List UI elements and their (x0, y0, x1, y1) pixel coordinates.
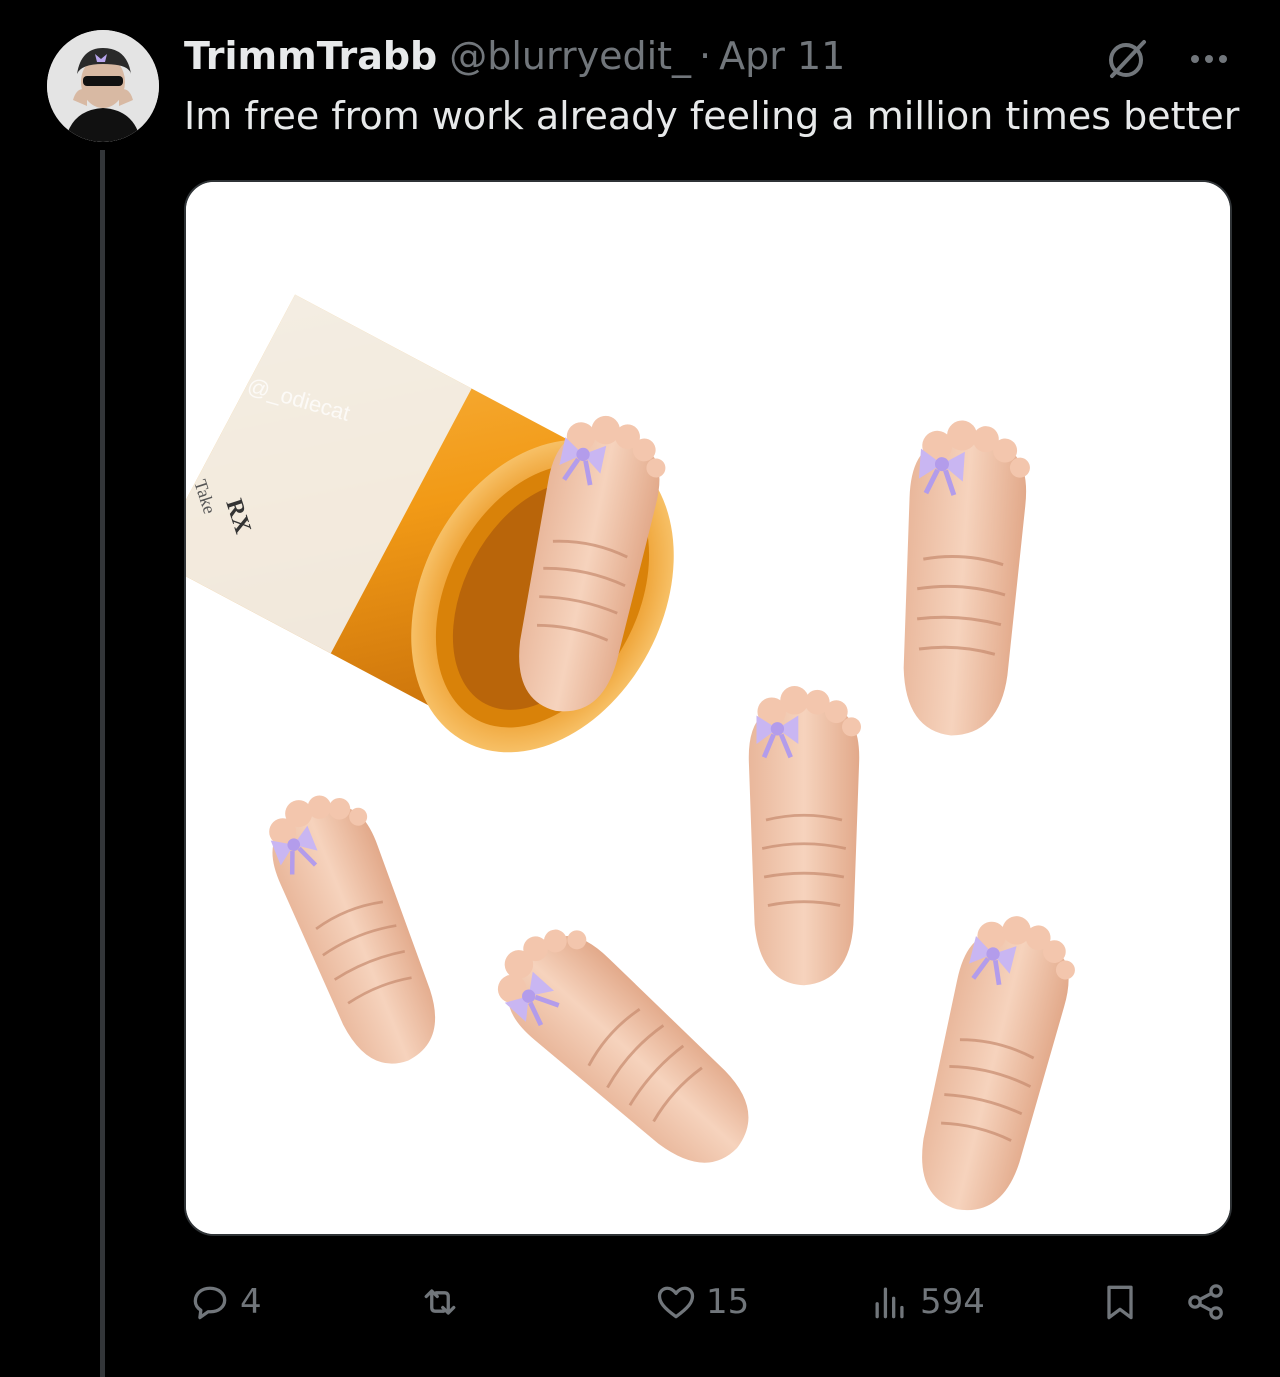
tweet[interactable]: TrimmTrabb @blurryedit_ · Apr 11 Im free… (0, 0, 1280, 1377)
views-button[interactable]: 594 (868, 1272, 985, 1332)
heart-icon (657, 1286, 695, 1319)
reply-button[interactable]: 4 (188, 1272, 262, 1332)
thread-line (100, 150, 105, 1377)
bookmark-button[interactable] (1098, 1272, 1142, 1332)
retweet-button[interactable] (418, 1272, 470, 1332)
user-handle[interactable]: @blurryedit_ (449, 34, 691, 78)
reply-count: 4 (240, 1282, 262, 1322)
tweet-media-image[interactable]: @_odiecat RX Take (184, 180, 1232, 1236)
tweet-actions: 4 15 594 (184, 1272, 1244, 1332)
retweet-icon (424, 1289, 456, 1315)
grok-icon[interactable] (1102, 34, 1152, 84)
share-icon (1188, 1284, 1223, 1320)
tweet-header: TrimmTrabb @blurryedit_ · Apr 11 (184, 30, 845, 82)
tweet-date[interactable]: Apr 11 (719, 34, 845, 78)
meme-illustration: @_odiecat RX Take (186, 182, 1230, 1234)
avatar[interactable] (47, 30, 159, 142)
views-icon (875, 1287, 904, 1319)
share-button[interactable] (1184, 1272, 1228, 1332)
more-icon[interactable] (1184, 34, 1234, 84)
views-count: 594 (920, 1282, 985, 1322)
like-button[interactable]: 15 (654, 1272, 749, 1332)
reply-icon (193, 1286, 227, 1320)
tweet-text: Im free from work already feeling a mill… (184, 94, 1240, 138)
like-count: 15 (706, 1282, 750, 1322)
header-separator: · (699, 34, 712, 78)
display-name[interactable]: TrimmTrabb (184, 34, 437, 78)
bookmark-icon (1107, 1285, 1133, 1320)
